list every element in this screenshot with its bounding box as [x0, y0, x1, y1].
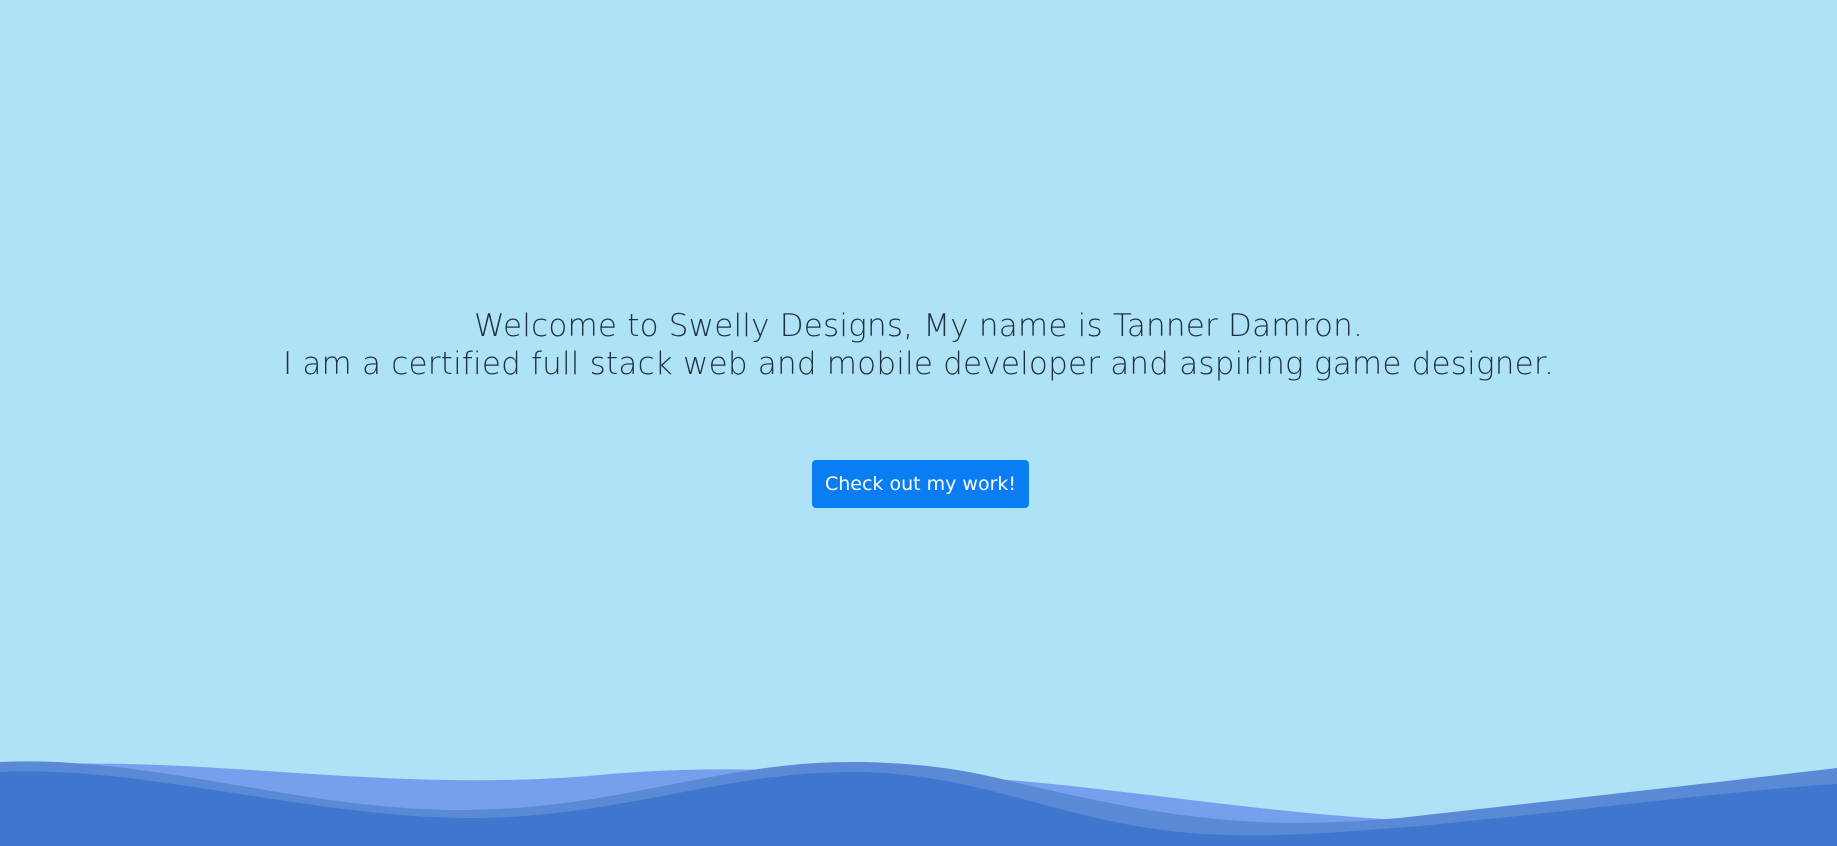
welcome-heading: Welcome to Swelly Designs, My name is Ta… — [473, 308, 1364, 344]
check-out-work-button[interactable]: Check out my work! — [812, 460, 1029, 508]
hero-section: Welcome to Swelly Designs, My name is Ta… — [0, 0, 1837, 846]
wave-decoration — [0, 761, 1837, 846]
intro-subheading: I am a certified full stack web and mobi… — [282, 346, 1555, 382]
